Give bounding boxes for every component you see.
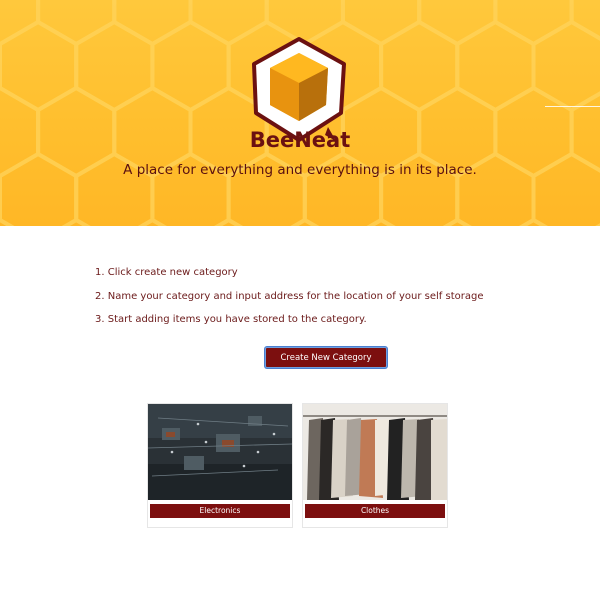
hero-banner: BeeNeat A place for everything and every…: [0, 0, 600, 226]
hero-divider-line: [545, 106, 600, 107]
category-card-electronics[interactable]: Electronics: [147, 403, 293, 528]
brand-title: BeeNeat: [249, 128, 351, 152]
tagline: A place for everything and everything is…: [123, 162, 477, 178]
instruction-list: 1. Click create new category 2. Name you…: [95, 266, 483, 337]
category-label-clothes: Clothes: [305, 504, 445, 518]
instruction-step-1: 1. Click create new category: [95, 267, 238, 278]
clothes-image: [303, 404, 447, 500]
create-new-category-button[interactable]: Create New Category: [265, 347, 387, 368]
category-card-clothes[interactable]: Clothes: [302, 403, 448, 528]
electronics-image: [148, 404, 292, 500]
category-label-electronics: Electronics: [150, 504, 290, 518]
instruction-step-3: 3. Start adding items you have stored to…: [95, 314, 367, 325]
instruction-step-2: 2. Name your category and input address …: [95, 290, 484, 302]
